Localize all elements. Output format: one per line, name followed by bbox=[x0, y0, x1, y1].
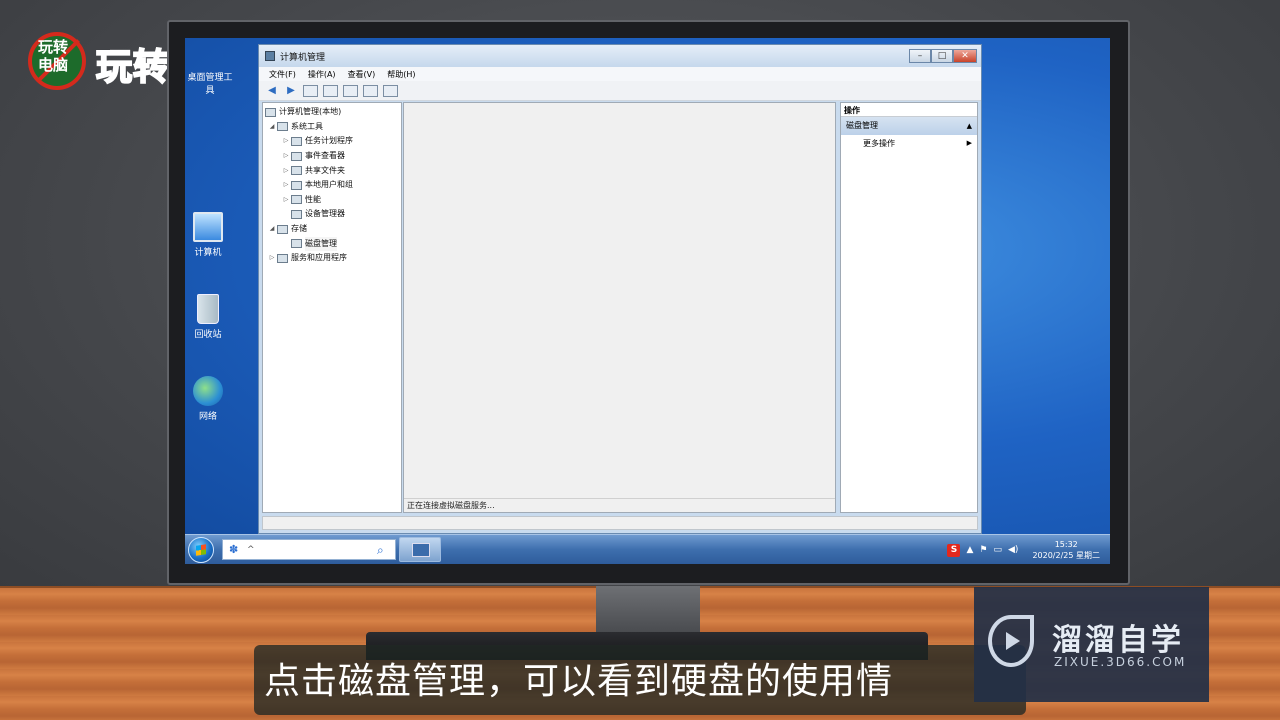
performance-icon bbox=[291, 195, 302, 205]
tree-item-task-scheduler[interactable]: ▷ 任务计划程序 bbox=[263, 134, 401, 149]
close-button[interactable]: ✕ bbox=[953, 49, 977, 63]
start-button[interactable] bbox=[188, 537, 214, 563]
video-subtitle: 点击磁盘管理，可以看到硬盘的使用情 bbox=[254, 645, 1026, 715]
show-hide-tree-icon[interactable] bbox=[323, 84, 338, 97]
taskbar: ✽ ^ ⌕ S ▲ ⚑ ▭ ◀) 15:32 2020/2/25 星期二 bbox=[185, 534, 1110, 564]
show-hide-action-pane-icon[interactable] bbox=[363, 84, 378, 97]
tree-item-device-manager[interactable]: 设备管理器 bbox=[263, 207, 401, 222]
tree-item-system-tools[interactable]: ◢ 系统工具 bbox=[263, 120, 401, 135]
action-center-flag-icon[interactable]: ⚑ bbox=[979, 545, 987, 555]
action-more-actions[interactable]: 更多操作 ▶ bbox=[841, 135, 977, 152]
desktop-screen: 桌面管理工具 计算机 回收站 网络 计算机管理 – □ ✕ 文件(F) 操作(A… bbox=[185, 38, 1110, 564]
tree-item-storage[interactable]: ◢ 存储 bbox=[263, 222, 401, 237]
tree-item-shared-folders[interactable]: ▷ 共享文件夹 bbox=[263, 163, 401, 178]
desktop-icon-computer[interactable]: 计算机 bbox=[185, 212, 233, 258]
console-tree: 计算机管理(本地) ◢ 系统工具 ▷ 任务计划程序 ▷ 事件查看器 ▷ 共享文件… bbox=[262, 102, 402, 513]
menu-view[interactable]: 查看(V) bbox=[348, 69, 376, 80]
submenu-arrow-icon: ▶ bbox=[966, 139, 972, 147]
tray-overflow-icon[interactable]: ▲ bbox=[966, 545, 973, 555]
computer-icon bbox=[193, 212, 223, 242]
shared-folder-icon bbox=[291, 166, 302, 176]
properties-icon[interactable] bbox=[383, 84, 398, 97]
baidu-paw-icon: ✽ bbox=[229, 542, 239, 556]
tree-item-performance[interactable]: ▷ 性能 bbox=[263, 193, 401, 208]
result-pane-status: 正在连接虚拟磁盘服务... bbox=[404, 498, 835, 512]
desktop-icon-computer-label: 计算机 bbox=[194, 248, 222, 258]
desktop-icon-recycle-bin-label: 回收站 bbox=[194, 330, 222, 340]
expand-icon[interactable]: ▷ bbox=[281, 193, 291, 207]
brand-badge-bottom: 电脑 bbox=[37, 56, 68, 74]
chevron-up-icon[interactable]: ^ bbox=[247, 545, 255, 555]
menu-file[interactable]: 文件(F) bbox=[269, 69, 296, 80]
tools-icon bbox=[277, 122, 288, 132]
menu-action[interactable]: 操作(A) bbox=[308, 69, 336, 80]
collapse-icon[interactable]: ◢ bbox=[267, 222, 277, 236]
watermark: 溜溜自学 ZIXUE.3D66.COM bbox=[974, 587, 1209, 702]
computer-management-icon bbox=[412, 543, 430, 557]
tree-item-local-users[interactable]: ▷ 本地用户和组 bbox=[263, 178, 401, 193]
result-pane: 正在连接虚拟磁盘服务... bbox=[403, 102, 836, 513]
menu-help[interactable]: 帮助(H) bbox=[387, 69, 415, 80]
computer-management-window: 计算机管理 – □ ✕ 文件(F) 操作(A) 查看(V) 帮助(H) ◀ ▶ bbox=[258, 44, 982, 534]
device-manager-icon bbox=[291, 209, 302, 219]
clock-icon bbox=[291, 136, 302, 146]
network-icon bbox=[193, 376, 223, 406]
taskbar-computer-management[interactable] bbox=[399, 537, 441, 562]
actions-pane: 操作 磁盘管理 ▲ 更多操作 ▶ bbox=[840, 102, 978, 513]
window-title: 计算机管理 bbox=[280, 52, 326, 63]
network-tray-icon[interactable]: ▭ bbox=[993, 545, 1002, 555]
desktop-icon-recycle-bin[interactable]: 回收站 bbox=[185, 294, 233, 340]
desktop-icon-tools-label: 桌面管理工具 bbox=[187, 73, 233, 96]
disk-icon bbox=[291, 239, 302, 249]
storage-icon bbox=[277, 224, 288, 234]
actions-header: 操作 bbox=[841, 103, 977, 117]
expand-icon[interactable]: ▷ bbox=[281, 134, 291, 148]
actions-section-disk-management[interactable]: 磁盘管理 ▲ bbox=[841, 117, 977, 135]
clock-date: 2020/2/25 星期二 bbox=[1032, 551, 1100, 560]
minimize-button[interactable]: – bbox=[909, 49, 931, 63]
search-box[interactable]: ✽ ^ ⌕ bbox=[222, 539, 396, 560]
computer-icon bbox=[265, 107, 276, 117]
clock[interactable]: 15:32 2020/2/25 星期二 bbox=[1032, 539, 1100, 561]
play-logo-icon bbox=[988, 615, 1034, 667]
volume-icon[interactable]: ◀) bbox=[1008, 545, 1018, 555]
title-bar[interactable]: 计算机管理 – □ ✕ bbox=[259, 45, 981, 67]
desktop-icon-tools[interactable]: 桌面管理工具 bbox=[185, 70, 235, 96]
menu-bar: 文件(F) 操作(A) 查看(V) 帮助(H) bbox=[259, 67, 981, 81]
expand-icon[interactable]: ▷ bbox=[281, 149, 291, 163]
collapse-icon[interactable]: ◢ bbox=[267, 120, 277, 134]
expand-icon[interactable]: ▷ bbox=[267, 251, 277, 265]
up-folder-icon[interactable] bbox=[303, 84, 318, 97]
computer-management-icon bbox=[265, 51, 275, 61]
back-arrow-icon[interactable]: ◀ bbox=[265, 85, 279, 97]
recycle-bin-icon bbox=[197, 294, 219, 324]
services-icon bbox=[277, 253, 288, 263]
tree-item-event-viewer[interactable]: ▷ 事件查看器 bbox=[263, 149, 401, 164]
clock-time: 15:32 bbox=[1054, 540, 1078, 549]
expand-icon[interactable]: ▷ bbox=[281, 164, 291, 178]
monitor-stand-neck bbox=[596, 586, 700, 632]
maximize-button[interactable]: □ bbox=[931, 49, 953, 63]
desktop-icon-network-label: 网络 bbox=[198, 412, 217, 422]
event-viewer-icon bbox=[291, 151, 302, 161]
brand-badge-top: 玩转 bbox=[37, 38, 68, 56]
expand-icon[interactable]: ▷ bbox=[281, 178, 291, 192]
users-icon bbox=[291, 180, 302, 190]
window-status-bar bbox=[262, 516, 978, 530]
tree-item-services-apps[interactable]: ▷ 服务和应用程序 bbox=[263, 251, 401, 266]
tree-item-disk-management[interactable]: 磁盘管理 bbox=[263, 236, 401, 251]
forward-arrow-icon[interactable]: ▶ bbox=[284, 85, 298, 97]
watermark-url: ZIXUE.3D66.COM bbox=[1054, 655, 1187, 669]
system-tray: S ▲ ⚑ ▭ ◀) 15:32 2020/2/25 星期二 bbox=[947, 535, 1110, 564]
toolbar: ◀ ▶ bbox=[259, 81, 981, 101]
collapse-up-icon[interactable]: ▲ bbox=[967, 117, 972, 135]
help-icon[interactable] bbox=[343, 84, 358, 97]
watermark-title: 溜溜自学 bbox=[1052, 623, 1184, 658]
sogou-ime-icon[interactable]: S bbox=[947, 543, 961, 557]
search-icon[interactable]: ⌕ bbox=[377, 543, 391, 557]
desktop-icon-network[interactable]: 网络 bbox=[185, 376, 233, 422]
tree-item-root[interactable]: 计算机管理(本地) bbox=[263, 105, 401, 120]
